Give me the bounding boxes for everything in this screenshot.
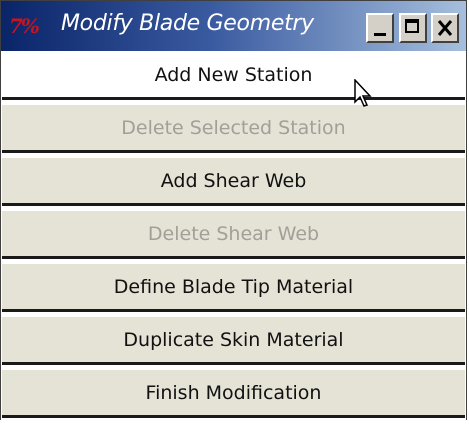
title-bar[interactable]: 7% Modify Blade Geometry <box>1 1 466 51</box>
menu-button-list: Add New Station Delete Selected Station … <box>1 51 466 422</box>
finish-modification-button[interactable]: Finish Modification <box>2 369 465 418</box>
maximize-button[interactable] <box>399 13 427 43</box>
window-title: Modify Blade Geometry <box>61 11 314 36</box>
add-new-station-button[interactable]: Add New Station <box>2 51 465 100</box>
close-button[interactable] <box>431 13 459 43</box>
define-blade-tip-material-button[interactable]: Define Blade Tip Material <box>2 263 465 312</box>
app-icon: 7% <box>9 14 40 38</box>
duplicate-skin-material-button[interactable]: Duplicate Skin Material <box>2 316 465 365</box>
minimize-button[interactable] <box>366 13 394 43</box>
modify-blade-geometry-window: 7% Modify Blade Geometry Add New Station… <box>0 0 467 422</box>
add-shear-web-button[interactable]: Add Shear Web <box>2 157 465 206</box>
close-icon <box>437 20 453 36</box>
delete-selected-station-button: Delete Selected Station <box>2 104 465 153</box>
delete-shear-web-button: Delete Shear Web <box>2 210 465 259</box>
